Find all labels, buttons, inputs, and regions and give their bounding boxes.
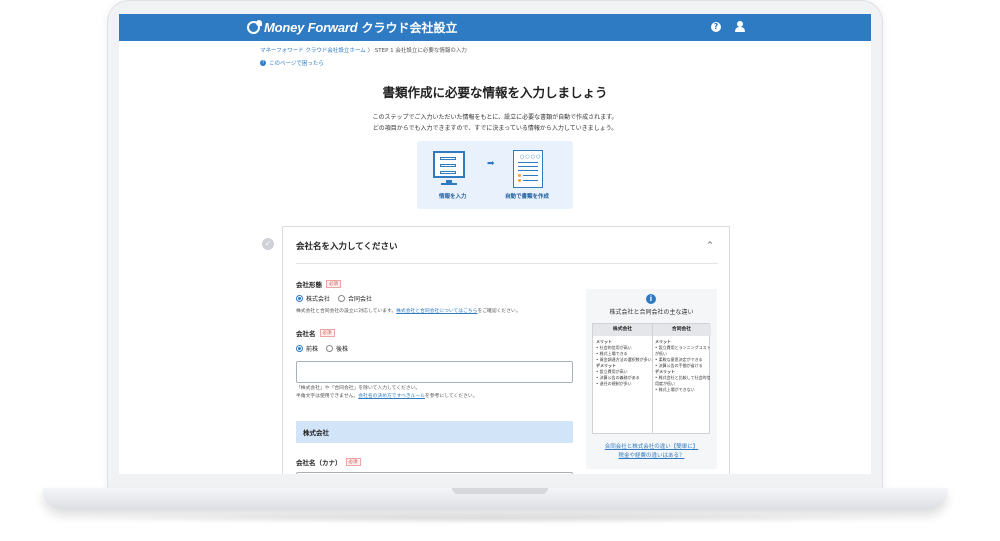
lead-line-2: どの項目からでも入力できますので、すでに決まっている情報から入力していきましょう… [372, 125, 618, 132]
brand-product: クラウド会社設立 [361, 21, 458, 35]
hint-text: を参考にしてください。 [425, 394, 478, 399]
radio-ato-kabu-label: 後株 [336, 346, 349, 353]
required-badge: 必須 [319, 329, 335, 337]
section-title[interactable]: 会社名を入力してください [296, 240, 398, 252]
logo-icon [247, 20, 262, 34]
company-name-rules-link[interactable]: 会社名の決め方ですべきルール [358, 394, 425, 399]
company-name-kana-input[interactable] [296, 472, 573, 474]
comparison-divider [652, 324, 653, 433]
hint-text: 半角文字は使用できません。 [296, 394, 359, 399]
illustration-label-input: 情報を入力 [439, 194, 467, 200]
company-name-label-text: 会社名 [296, 330, 316, 338]
comparison-header-godo: 合同会社 [652, 324, 711, 336]
monitor-field [440, 157, 456, 160]
radio-unchecked-icon [326, 345, 334, 352]
comparison-article-link-line2: 税金や経費の違いはある？ [618, 453, 685, 459]
brand-logo-link[interactable]: Money Forward クラウド会社設立 [247, 19, 457, 36]
page-title: 書類作成に必要な情報を入力しましょう [382, 85, 608, 100]
company-type-label: 会社形態 必須 [296, 279, 341, 289]
list-item: • 株式会社と比較して社会的信用度が低い [655, 375, 711, 386]
monitor-icon [433, 151, 465, 178]
company-type-label-text: 会社形態 [296, 281, 322, 289]
document-line [523, 175, 538, 176]
monitor-foot-icon [441, 183, 457, 185]
info-icon: i [646, 294, 656, 304]
breadcrumb-separator: 〉 [367, 48, 374, 54]
required-badge: 必須 [345, 458, 361, 466]
radio-unchecked-icon [338, 295, 346, 302]
laptop-mockup: Money Forward クラウド会社設立 ? マネーフォワード クラウド会社… [0, 0, 1000, 541]
radio-mae-kabu[interactable]: 前株 [296, 344, 318, 353]
comparison-title: 株式会社と合同会社の主な違い [609, 309, 694, 316]
name-position-radio-group: 前株 後株 [296, 344, 348, 353]
comparison-column-godo: メリット • 設立費用とランニングコストが低い • 柔軟な意思決定ができる • … [655, 339, 711, 393]
company-name-input[interactable] [296, 361, 573, 383]
list-item: • 設立費用とランニングコストが低い [655, 345, 711, 356]
help-page-link[interactable]: ? このページで困ったら [260, 59, 324, 67]
comparison-article-link[interactable]: 合同会社と株式会社の違い【簡単に】 税金や経費の違いはある？ [586, 443, 717, 461]
laptop-shadow [70, 512, 920, 524]
company-name-label: 会社名 必須 [296, 328, 335, 338]
company-type-info-link[interactable]: 株式会社と合同会社についてはこちら [396, 309, 477, 314]
company-name-kana-label-text: 会社名（カナ） [296, 459, 342, 467]
radio-ato-kabu[interactable]: 後株 [326, 344, 348, 353]
company-name-hint: 「株式会社」や「合同会社」を除いて入力してください。 半角文字は使用できません。… [296, 385, 478, 401]
document-dots: ○○○○ [520, 154, 542, 160]
arrow-right-icon: ➡ [487, 159, 495, 169]
app-header: Money Forward クラウド会社設立 ? [119, 14, 871, 41]
company-type-hint: 株式会社と合同会社の設立に対応しています。株式会社と合同会社についてはこちらをご… [296, 308, 521, 316]
process-illustration: ➡ ○○○○ 情報を入力 自動で書類を作成 [417, 141, 573, 209]
radio-godo-label: 合同会社 [348, 296, 373, 303]
check-circle-icon: ✓ [262, 238, 274, 250]
illustration-label-auto: 自動で書類を作成 [505, 194, 550, 200]
document-bullet [518, 179, 521, 182]
list-item: • 退任の規制が多い [596, 381, 632, 386]
company-name-section: 会社名を入力してください ^ 会社形態 必須 株式会社 合同会社 株式会社と合同… [282, 226, 730, 474]
list-item: • 株式上場ができない [655, 387, 695, 392]
laptop-screen: Money Forward クラウド会社設立 ? マネーフォワード クラウド会社… [119, 14, 871, 474]
user-icon[interactable] [735, 21, 745, 33]
comparison-header-kabushiki: 株式会社 [593, 324, 652, 336]
brand-name: Money Forward [264, 20, 358, 35]
company-name-kana-label: 会社名（カナ） 必須 [296, 457, 361, 467]
comparison-table: 株式会社 合同会社 メリット • 社会的信用が高い • 株式上場できる • 資金… [592, 323, 711, 434]
breadcrumb: マネーフォワード クラウド会社設立ホーム 〉 STEP 1 会社設立に必要な情報… [260, 46, 467, 54]
hint-text: 「株式会社」や「合同会社」を除いて入力してください。 [296, 386, 421, 391]
comparison-panel: i 株式会社と合同会社の主な違い 株式会社 合同会社 メリット • 社会的信用が… [586, 289, 717, 469]
lead-line-1: このステップでご入力いただいた情報をもとに、設立に必要な書類が自動で作成されます… [372, 114, 618, 121]
chevron-up-icon[interactable]: ^ [707, 241, 713, 249]
breadcrumb-home-link[interactable]: マネーフォワード クラウド会社設立ホーム [260, 48, 366, 54]
document-icon: ○○○○ [513, 150, 543, 188]
monitor-field [440, 164, 456, 167]
hint-text: をご確認ください。 [477, 309, 521, 314]
company-type-radio-group: 株式会社 合同会社 [296, 294, 372, 303]
question-icon: ? [260, 60, 266, 66]
help-page-link-label: このページで困ったら [269, 61, 324, 67]
radio-kabushiki[interactable]: 株式会社 [296, 294, 330, 303]
radio-checked-icon [296, 345, 303, 352]
section-divider [296, 263, 718, 264]
document-line [518, 170, 538, 171]
page-lead: このステップでご入力いただいた情報をもとに、設立に必要な書類が自動で作成されます… [119, 112, 871, 134]
radio-mae-kabu-label: 前株 [306, 346, 319, 353]
document-line [518, 166, 538, 167]
radio-checked-icon [296, 295, 303, 302]
company-name-preview: 株式会社 [296, 421, 573, 443]
comparison-article-link-line1: 合同会社と株式会社の違い【簡単に】 [604, 444, 699, 450]
radio-kabushiki-label: 株式会社 [306, 296, 331, 303]
document-line [518, 162, 538, 163]
help-icon[interactable]: ? [711, 22, 721, 32]
document-line [523, 180, 538, 181]
breadcrumb-current: STEP 1 会社設立に必要な情報の入力 [374, 48, 467, 54]
laptop-notch [452, 488, 548, 494]
document-bullet [518, 174, 521, 177]
hint-text: 株式会社と合同会社の設立に対応しています。 [296, 309, 397, 314]
comparison-column-kabushiki: メリット • 社会的信用が高い • 株式上場できる • 資金調達方法の選択肢が多… [596, 339, 652, 387]
monitor-field [440, 171, 456, 174]
radio-godo[interactable]: 合同会社 [338, 294, 372, 303]
required-badge: 必須 [326, 280, 341, 288]
